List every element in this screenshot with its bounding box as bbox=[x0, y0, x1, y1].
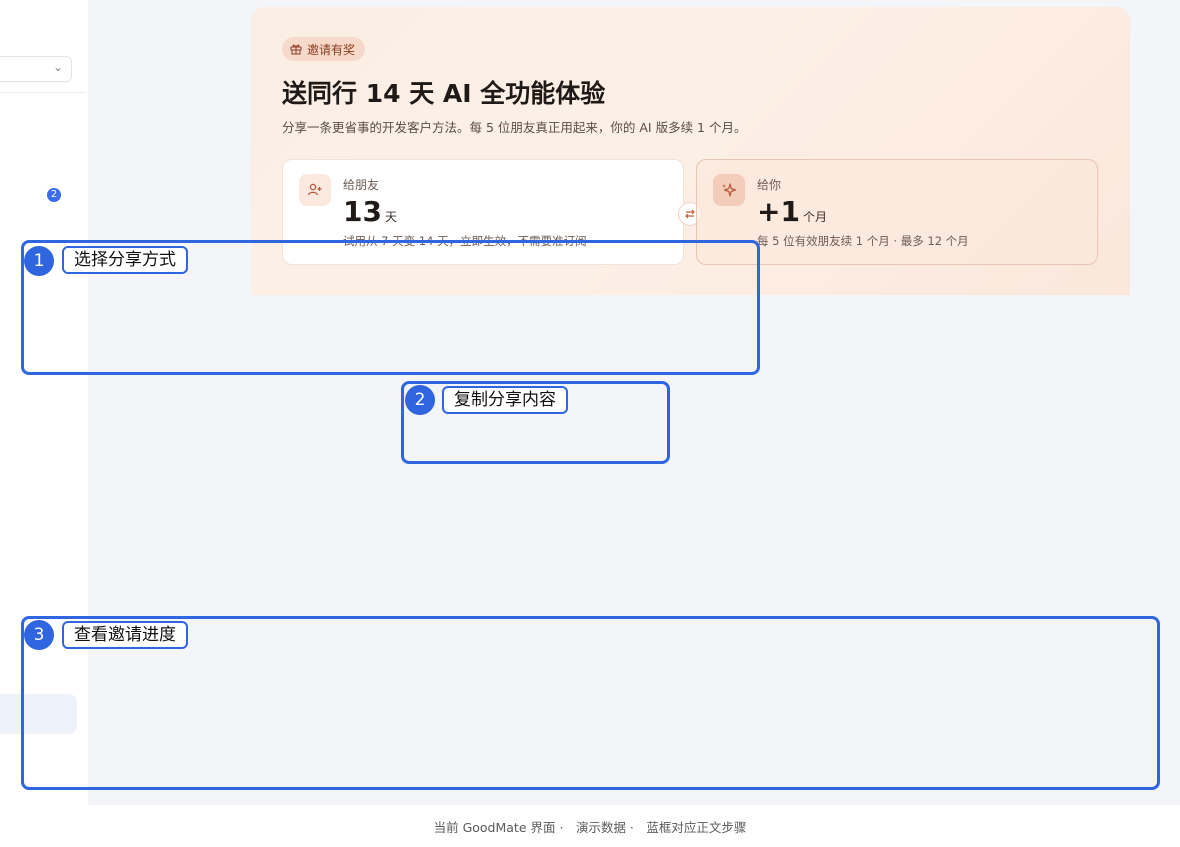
sparkle-icon bbox=[713, 174, 745, 206]
page-subtitle: 分享一条更省事的开发客户方法。每 5 位朋友真正用起来，你的 AI 版多续 1 … bbox=[282, 120, 747, 135]
sidebar-divider bbox=[0, 92, 86, 93]
workspace-select[interactable]: ⌄ bbox=[0, 56, 72, 82]
friend-card-unit: 天 bbox=[384, 210, 397, 224]
friend-card-label: 给朋友 bbox=[343, 178, 380, 192]
your-card-unit: 个月 bbox=[802, 210, 827, 224]
step-3-label: 查看邀请进度 bbox=[62, 621, 188, 649]
page-title: 送同行 14 天 AI 全功能体验 bbox=[282, 79, 606, 108]
invite-reward-tag-label: 邀请有奖 bbox=[307, 42, 356, 57]
step-1-label: 选择分享方式 bbox=[62, 246, 188, 274]
chevron-down-icon: ⌄ bbox=[52, 60, 63, 74]
your-card-desc: 每 5 位有效朋友续 1 个月 · 最多 12 个月 bbox=[757, 234, 969, 248]
step-3-number: 3 bbox=[24, 620, 54, 650]
notification-badge: 2 bbox=[47, 188, 61, 202]
footer-caption: 当前 GoodMate 界面 · 演示数据 · 蓝框对应正文步骤 bbox=[433, 820, 747, 835]
step-2-number: 2 bbox=[405, 385, 435, 415]
step-1-number: 1 bbox=[24, 246, 54, 276]
your-card-value: +1 个月 bbox=[757, 196, 827, 233]
invite-reward-tag: 邀请有奖 bbox=[282, 37, 366, 61]
friend-card-number: 13 bbox=[343, 195, 382, 228]
friend-card-value: 13 天 bbox=[343, 196, 397, 233]
gift-icon bbox=[290, 44, 302, 55]
your-card-number: +1 bbox=[757, 195, 800, 228]
add-user-icon bbox=[299, 174, 331, 206]
step-3-box bbox=[21, 616, 1160, 790]
your-card-label: 给你 bbox=[757, 178, 782, 192]
step-2-label: 复制分享内容 bbox=[442, 386, 568, 414]
footer: 当前 GoodMate 界面 · 演示数据 · 蓝框对应正文步骤 bbox=[0, 805, 1180, 847]
